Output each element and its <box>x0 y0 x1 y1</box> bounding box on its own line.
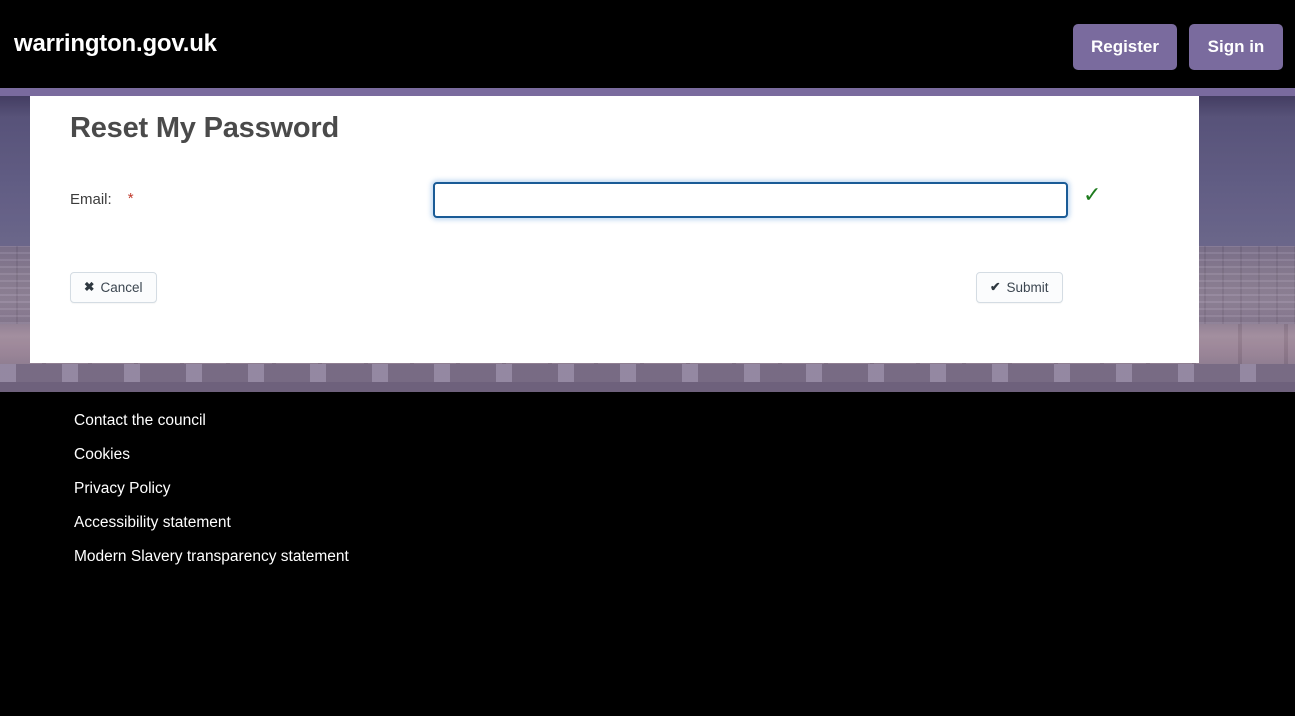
site-logo-text[interactable]: warrington.gov.uk <box>14 30 217 58</box>
required-asterisk: * <box>127 190 134 207</box>
email-label: Email: * <box>70 190 405 208</box>
site-footer: Contact the council Cookies Privacy Poli… <box>0 392 1295 716</box>
site-header: warrington.gov.uk Register Sign in <box>0 0 1295 88</box>
email-valid-check-icon: ✓ <box>1083 182 1102 207</box>
footer-link-cookies[interactable]: Cookies <box>74 438 130 472</box>
footer-link-privacy-policy[interactable]: Privacy Policy <box>74 472 170 506</box>
footer-link-accessibility-statement[interactable]: Accessibility statement <box>74 506 231 540</box>
submit-button-label: Submit <box>1006 280 1049 295</box>
header-accent-band <box>0 88 1295 96</box>
footer-link-contact-the-council[interactable]: Contact the council <box>74 404 206 438</box>
footer-link-modern-slavery-transparency-statement[interactable]: Modern Slavery transparency statement <box>74 540 349 574</box>
header-actions: Register Sign in <box>1072 24 1283 70</box>
cancel-button-label: Cancel <box>100 280 143 295</box>
register-button[interactable]: Register <box>1072 24 1177 70</box>
page-title: Reset My Password <box>70 112 339 144</box>
email-label-text: Email: <box>70 191 112 208</box>
cancel-button[interactable]: ✖ Cancel <box>70 272 157 303</box>
email-input[interactable] <box>433 182 1068 218</box>
sign-in-button[interactable]: Sign in <box>1189 24 1283 70</box>
form-button-row: ✖ Cancel ✔ Submit <box>30 272 1199 304</box>
email-form-row: Email: * ✓ <box>30 182 1199 230</box>
check-icon: ✔ <box>990 280 1001 295</box>
reset-password-card: Reset My Password Email: * ✓ ✖ Cancel ✔ S… <box>30 96 1199 363</box>
cross-icon: ✖ <box>84 280 95 295</box>
submit-button[interactable]: ✔ Submit <box>976 272 1063 303</box>
page-root: warrington.gov.uk Register Sign in Reset… <box>0 0 1295 716</box>
